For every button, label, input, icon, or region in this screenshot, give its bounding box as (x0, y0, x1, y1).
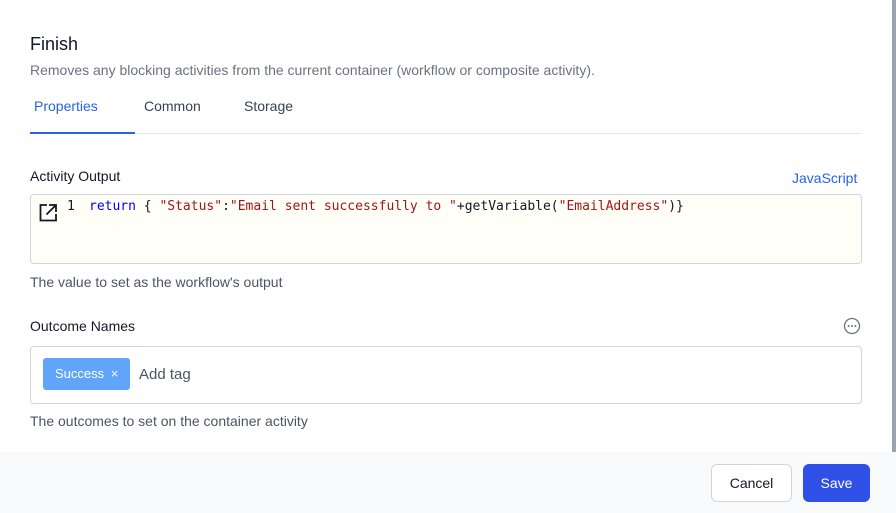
outcome-names-help: The outcomes to set on the container act… (30, 413, 308, 429)
code-key: "Status" (159, 199, 223, 214)
code-string: "Email sent successfully to " (229, 199, 457, 214)
tab-bar: Properties Common Storage (30, 96, 862, 134)
tab-properties[interactable]: Properties (30, 96, 135, 134)
tab-storage[interactable]: Storage (240, 96, 297, 133)
more-options-icon[interactable] (843, 317, 861, 335)
cancel-button[interactable]: Cancel (711, 464, 792, 502)
expand-icon[interactable] (38, 203, 58, 223)
line-number: 1 (67, 199, 75, 214)
dialog-title: Finish (30, 34, 79, 54)
tab-common[interactable]: Common (140, 96, 205, 133)
code-colon: : (222, 199, 230, 214)
outcome-tags-field[interactable]: Success × (30, 346, 862, 404)
dialog-footer: Cancel Save (0, 452, 896, 513)
save-button[interactable]: Save (803, 464, 870, 502)
code-concat: +getVariable( (456, 199, 559, 214)
tag-remove-button[interactable]: × (111, 366, 119, 381)
code-open-brace: { (135, 199, 160, 214)
code-editor[interactable]: 1 return { "Status":"Email sent successf… (30, 194, 862, 264)
tag-success: Success × (43, 358, 131, 390)
scrollbar[interactable] (892, 0, 896, 452)
finish-activity-dialog: Finish Removes any blocking activities f… (0, 0, 896, 513)
add-tag-input[interactable] (139, 361, 439, 387)
dialog-subtitle: Removes any blocking activities from the… (30, 62, 595, 78)
code-close: )} (668, 199, 684, 214)
code-keyword: return (89, 199, 136, 214)
tag-label: Success (55, 366, 105, 381)
code-arg: "EmailAddress" (558, 199, 669, 214)
syntax-selector-link[interactable]: JavaScript (792, 170, 857, 186)
activity-output-label: Activity Output (30, 168, 121, 184)
activity-output-help: The value to set as the workflow's outpu… (30, 274, 283, 290)
outcome-names-label: Outcome Names (30, 318, 136, 334)
code-line[interactable]: return { "Status":"Email sent successful… (89, 199, 684, 214)
